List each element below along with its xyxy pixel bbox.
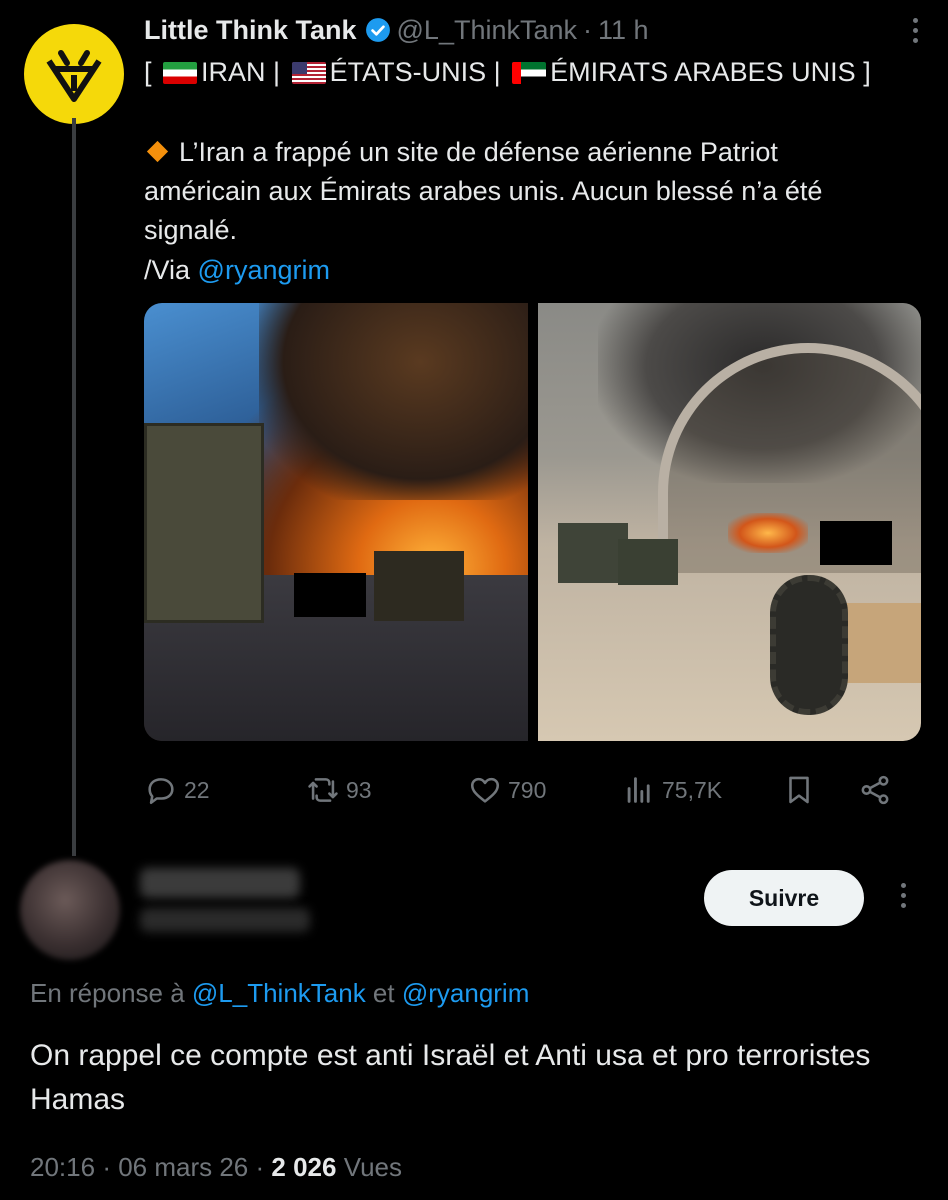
views-chart-icon <box>627 777 650 803</box>
blurred-author-handle <box>140 908 310 932</box>
reply-date[interactable]: 06 mars 26 <box>118 1152 248 1182</box>
censor-block <box>294 573 366 617</box>
thread-line <box>72 118 76 856</box>
author-name[interactable]: Little Think Tank <box>144 15 357 46</box>
reply-context-prefix: En réponse à <box>30 978 192 1008</box>
share-button[interactable] <box>858 768 892 812</box>
vehicle-wheel <box>769 575 848 715</box>
reply-views-count: 2 026 <box>271 1152 337 1182</box>
more-options-icon[interactable] <box>901 883 906 908</box>
retweet-count: 93 <box>346 776 372 803</box>
bookmark-button[interactable] <box>782 768 816 812</box>
verified-badge-icon <box>365 17 391 43</box>
tweet-body-line-2: américain aux Émirats arabes unis. Aucun… <box>144 176 823 206</box>
blurred-author-name <box>140 868 300 898</box>
bookmark-icon <box>789 776 809 804</box>
reply-mention-1[interactable]: @L_ThinkTank <box>192 978 366 1008</box>
tag-usa: ÉTATS-UNIS | <box>329 57 501 87</box>
separator-dot: · <box>583 14 593 45</box>
tag-uae: ÉMIRATS ARABES UNIS ] <box>550 57 871 87</box>
logo-icon <box>46 50 102 102</box>
tweet-media <box>144 303 921 741</box>
views-count: 75,7K <box>662 776 723 803</box>
heart-icon <box>470 777 500 803</box>
reply-views-label: Vues <box>343 1152 403 1182</box>
usa-flag-icon <box>291 62 326 84</box>
tag-iran: IRAN | <box>201 57 281 87</box>
reply-author-avatar[interactable] <box>20 860 120 960</box>
tweet-body-text-1: L’Iran a frappé un site de défense aérie… <box>179 137 778 167</box>
more-options-icon[interactable] <box>913 18 918 43</box>
separator-dot: · <box>102 1152 119 1182</box>
reply-meta: 20:16 · 06 mars 26 · 2 026 Vues <box>30 1152 402 1183</box>
views-button[interactable]: 75,7K <box>622 768 722 812</box>
retweet-icon <box>308 778 338 802</box>
via-prefix: /Via <box>144 255 198 285</box>
separator-dot: · <box>255 1152 272 1182</box>
reply-context: En réponse à @L_ThinkTank et @ryangrim <box>30 978 529 1009</box>
tweet-tags-line: [ IRAN | ÉTATS-UNIS | ÉMIRATS ARABES UNI… <box>144 53 871 91</box>
mention-link[interactable]: @ryangrim <box>198 255 330 285</box>
uae-flag-icon <box>512 62 547 84</box>
reply-context-and: et <box>365 978 402 1008</box>
reply-time[interactable]: 20:16 <box>30 1152 95 1182</box>
tweet-actions: 22 93 790 75,7K <box>144 768 904 812</box>
author-handle[interactable]: @L_ThinkTank <box>397 15 578 46</box>
like-button[interactable]: 790 <box>468 768 546 812</box>
reply-count: 22 <box>184 776 210 803</box>
share-icon <box>861 775 889 805</box>
tag-bracket: [ <box>144 57 152 87</box>
tweet-header: Little Think Tank @L_ThinkTank · 11 h <box>144 12 649 48</box>
reply-button[interactable]: 22 <box>144 768 210 812</box>
tweet-via-line: /Via @ryangrim <box>144 251 330 289</box>
reply-icon <box>148 778 174 805</box>
tweet-body-line-3: signalé. <box>144 215 238 245</box>
retweet-button[interactable]: 93 <box>306 768 372 812</box>
censor-block <box>819 521 892 565</box>
reply-text: On rappel ce compte est anti Israël et A… <box>30 1039 871 1116</box>
author-avatar[interactable] <box>24 24 124 124</box>
media-photo-2[interactable] <box>537 303 921 741</box>
tweet-body-line-1: L’Iran a frappé un site de défense aérie… <box>144 133 778 171</box>
military-truck <box>144 423 264 623</box>
orange-diamond-icon <box>146 140 169 163</box>
reply-mention-2[interactable]: @ryangrim <box>402 978 530 1008</box>
tweet-time[interactable]: 11 h <box>598 15 649 46</box>
iran-flag-icon <box>163 62 198 84</box>
like-count: 790 <box>508 776 547 803</box>
follow-button[interactable]: Suivre <box>704 870 864 926</box>
media-photo-1[interactable] <box>144 303 528 741</box>
